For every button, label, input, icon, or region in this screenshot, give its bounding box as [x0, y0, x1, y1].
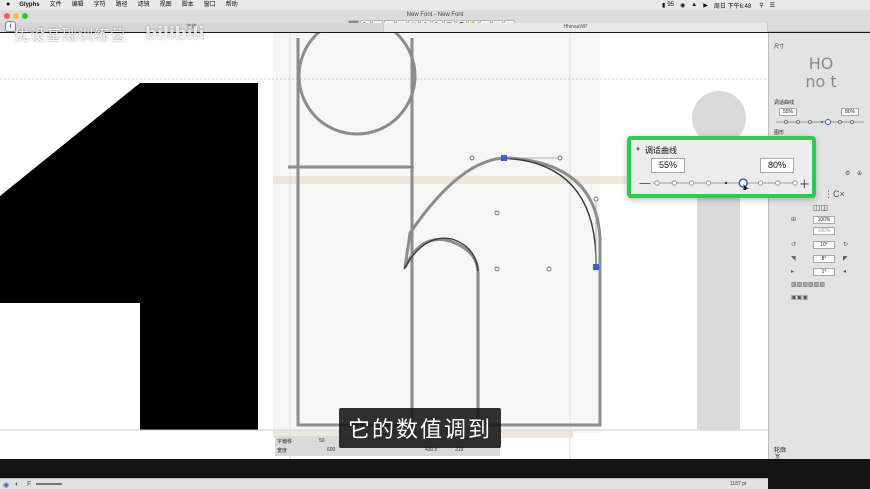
info-label-offset: 字偏移	[277, 439, 293, 445]
decrease-button[interactable]: —	[639, 176, 651, 190]
curve-popup-title: 调适曲线	[645, 146, 677, 155]
off-curve-handle-d	[494, 266, 500, 272]
on-curve-node-top	[501, 155, 507, 161]
menu-script[interactable]: 脚本	[182, 0, 194, 10]
menu-filter[interactable]: 滤镜	[138, 0, 150, 10]
rotate-field[interactable]: 10°	[813, 241, 835, 249]
skew-right-icon[interactable]: ◂	[843, 268, 846, 275]
zoom-slider[interactable]	[36, 483, 62, 485]
align-icon[interactable]: ◫◫	[813, 203, 828, 212]
slant-field[interactable]: 8°	[813, 255, 835, 263]
edit-canvas[interactable]	[0, 33, 768, 459]
inspector-section-dimensions[interactable]: 尺寸	[774, 43, 784, 50]
increase-button[interactable]: +	[799, 177, 809, 190]
off-curve-handle-top	[557, 155, 563, 161]
zoom-level[interactable]: 1187 pt	[730, 481, 746, 487]
video-watermark: 优设基础训练营	[14, 27, 127, 44]
add-icon[interactable]: ⊕	[857, 170, 862, 177]
info-button[interactable]: i	[5, 21, 16, 32]
inspector-section-shape[interactable]: 图形	[774, 129, 784, 136]
curve-right-value-field[interactable]: 80%	[760, 158, 794, 173]
menu-edit[interactable]: 编辑	[72, 0, 84, 10]
clock[interactable]: 周日 下午6:48	[714, 1, 751, 10]
menu-glyph[interactable]: 字符	[94, 0, 106, 10]
font-preview-icon[interactable]: F	[27, 481, 31, 488]
rotate-right-icon[interactable]: ↻	[843, 241, 848, 248]
inspector-right-value[interactable]: 80%	[841, 108, 859, 116]
info-value-width[interactable]: 600	[327, 447, 335, 453]
settings-icon[interactable]: ⚙	[845, 170, 850, 177]
info-label-width: 宽度	[277, 448, 288, 454]
menu-help[interactable]: 帮助	[226, 0, 238, 10]
next-glyph-stem	[697, 159, 740, 430]
slider-tick-6[interactable]	[757, 180, 764, 186]
notification-icon[interactable]: ☰	[770, 2, 775, 9]
tab-glyphs[interactable]: HhinaaWP	[384, 23, 768, 32]
previous-glyph-shoulder	[0, 196, 140, 303]
off-curve-handle-right	[593, 196, 599, 202]
path-ops-icon[interactable]: ▣▣▣	[791, 294, 808, 301]
info-value-offset[interactable]: 50	[319, 438, 325, 444]
video-subtitle: 它的数值调到	[339, 408, 502, 448]
slant-right-icon[interactable]: ◤	[843, 255, 848, 262]
on-curve-node-right	[593, 264, 599, 270]
curve-left-value-field[interactable]: 55%	[651, 158, 685, 173]
rotate-left-icon[interactable]: ↺	[791, 241, 796, 248]
slider-tick-2[interactable]	[688, 180, 695, 186]
inspector-left-value[interactable]: 55%	[779, 108, 797, 116]
collapse-triangle-icon[interactable]: ▼	[635, 147, 641, 153]
window-title: New Font - New Font	[406, 12, 464, 18]
volume-icon[interactable]: ▶	[703, 2, 708, 9]
inspector-section-curve[interactable]: 调适曲线	[774, 99, 794, 106]
scale-icon[interactable]: ⊞	[791, 216, 796, 223]
battery-value: 95	[667, 2, 674, 8]
inspector-panel: 尺寸 HO no t 调适曲线 55% 80% 图形 ⚙ ⊕ ⋮C× ◫◫ ⊞ …	[768, 33, 870, 460]
menu-app-name[interactable]: Glyphs	[19, 0, 39, 10]
status-icons: ▮ 95 ◉ ▲ ▶ 周日 下午6:48 ⚲ ☰	[662, 0, 775, 10]
preview-bottom-text: no t	[805, 72, 837, 91]
scale-width-field[interactable]: 100%	[813, 216, 835, 224]
sync-icon[interactable]: ◉	[680, 2, 685, 9]
sketch-image	[273, 33, 600, 433]
menu-view[interactable]: 视图	[160, 0, 172, 10]
skew-left-icon[interactable]: ▸	[791, 268, 794, 275]
off-curve-handle-c	[494, 210, 500, 216]
eye-icon[interactable]: ◐	[15, 481, 19, 488]
editor-statusbar: ◉ ◐ F 1187 pt	[0, 478, 768, 489]
curve-slider-track[interactable]: — +	[637, 176, 809, 190]
preview-top-text: HO	[808, 54, 834, 73]
battery-icon[interactable]: ▮	[662, 2, 665, 9]
bilibili-logo: bilibili	[145, 24, 205, 44]
slider-tick-3[interactable]	[706, 180, 712, 186]
preview-toggle-icon[interactable]: ◉	[3, 481, 9, 489]
menu-window[interactable]: 窗口	[204, 0, 216, 10]
slider-tick-4[interactable]	[724, 181, 728, 185]
slider-tick-7[interactable]	[775, 180, 781, 186]
menu-path[interactable]: 路径	[116, 0, 128, 10]
search-icon[interactable]: ⚲	[759, 2, 763, 9]
scale-height-field[interactable]: 100%	[813, 227, 835, 235]
inspector-curve-slider[interactable]	[774, 118, 866, 126]
menu-file[interactable]: 文件	[50, 0, 62, 10]
transform-icon[interactable]: ⋮C×	[824, 189, 845, 200]
menu-bar: ● Glyphs 文件 编辑 字符 路径 滤镜 视图 脚本 窗口 帮助 ▮ 95…	[0, 0, 870, 10]
slider-tick-8[interactable]	[792, 180, 798, 186]
wifi-icon[interactable]: ▲	[691, 2, 697, 8]
slant-left-icon[interactable]: ◥	[791, 255, 796, 262]
glyph-drawing	[0, 33, 768, 459]
skew-field[interactable]: 1°	[813, 268, 835, 276]
off-curve-handle-a	[469, 155, 475, 161]
off-curve-handle-b	[546, 266, 552, 272]
apple-menu-icon[interactable]: ●	[6, 0, 10, 10]
metrics-preview: HO no t	[777, 55, 865, 97]
slider-tick-0[interactable]	[654, 180, 660, 186]
curve-adjust-popup: ▼ 调适曲线 55% 80% — +	[627, 136, 816, 198]
align-buttons-icon[interactable]: ▧▧▧▧▧▧	[791, 281, 825, 288]
slider-tick-1[interactable]	[671, 180, 677, 186]
